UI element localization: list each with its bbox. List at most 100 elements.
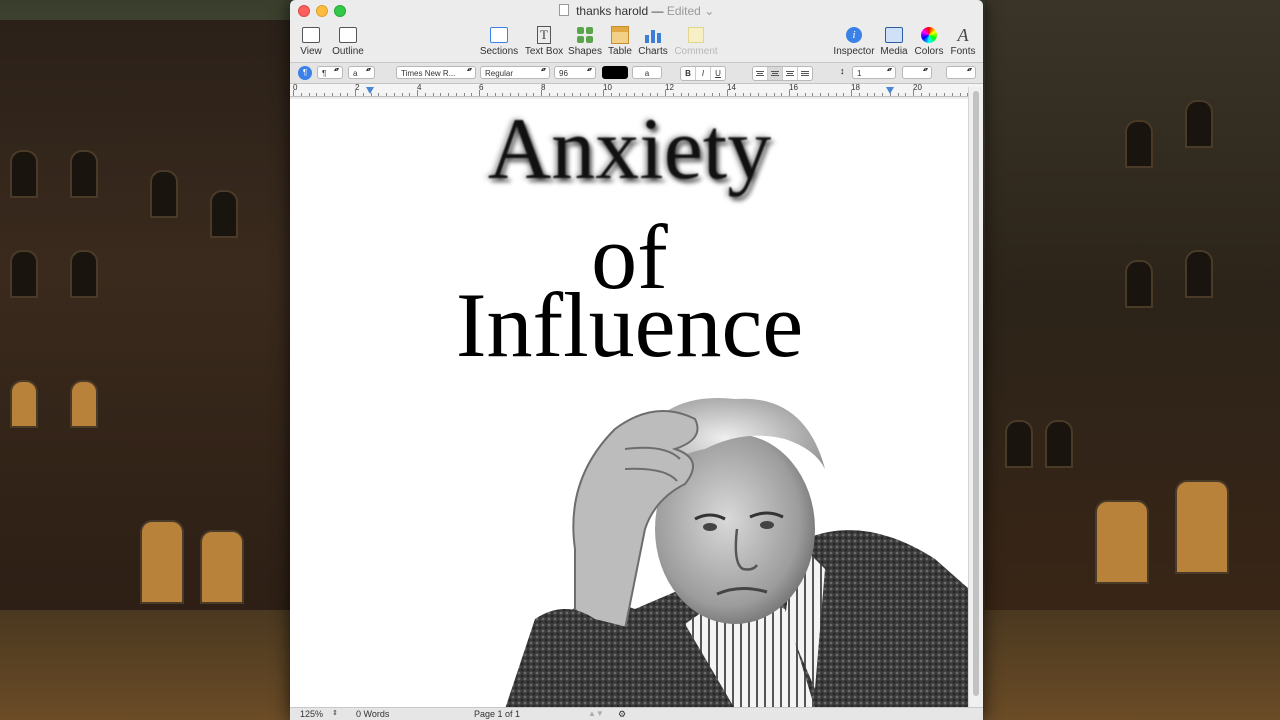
align-center-button[interactable] xyxy=(768,67,783,80)
align-left-button[interactable] xyxy=(753,67,768,80)
shapes-label: Shapes xyxy=(568,46,602,57)
ruler-tick xyxy=(913,90,914,96)
margin-marker[interactable] xyxy=(366,87,374,94)
columns-select[interactable] xyxy=(902,66,932,79)
fonts-button[interactable]: A Fonts xyxy=(948,24,978,58)
toolbar: View Outline Sections T Text Box Shapes … xyxy=(290,22,983,63)
ruler-number: 16 xyxy=(789,83,798,92)
ruler-tick xyxy=(665,90,666,96)
document-page[interactable]: Anxiety of Influence xyxy=(290,99,969,708)
colors-label: Colors xyxy=(914,46,944,57)
zoom-select[interactable]: 125% xyxy=(300,708,323,720)
ruler-tick xyxy=(650,93,651,96)
close-button[interactable] xyxy=(298,5,310,17)
invisibles-toggle[interactable]: ¶ xyxy=(298,66,312,80)
building-window xyxy=(210,190,238,238)
charts-icon xyxy=(645,27,661,43)
shapes-icon xyxy=(577,27,593,43)
building-window xyxy=(1045,420,1073,468)
window-title[interactable]: thanks harold xyxy=(576,4,648,18)
italic-button[interactable]: I xyxy=(696,67,711,80)
font-typeface-select[interactable]: Regular xyxy=(480,66,550,79)
highlight-color-well[interactable]: a xyxy=(632,66,662,79)
ruler-tick xyxy=(874,93,875,96)
right-building xyxy=(985,0,1280,650)
paragraph-style-select[interactable]: ¶ xyxy=(317,66,343,79)
charts-button[interactable]: Charts xyxy=(637,24,669,57)
ruler-number: 18 xyxy=(851,83,860,92)
bold-button[interactable]: B xyxy=(681,67,696,80)
vertical-scrollbar[interactable] xyxy=(968,87,983,708)
ruler-tick xyxy=(603,90,604,96)
ruler-tick xyxy=(324,93,325,96)
ruler-tick xyxy=(882,93,883,96)
font-family-select[interactable]: Times New R... xyxy=(396,66,476,79)
ruler-tick xyxy=(595,93,596,96)
ruler-tick xyxy=(433,93,434,96)
colors-button[interactable]: Colors xyxy=(913,24,945,57)
text-box-label: Text Box xyxy=(524,46,564,57)
table-button[interactable]: Table xyxy=(606,24,634,57)
text-box-button[interactable]: T Text Box xyxy=(524,24,564,57)
align-right-button[interactable] xyxy=(783,67,798,80)
building-window xyxy=(1005,420,1033,468)
format-bar: ¶ ¶ a Times New R... Regular 96 a B I U … xyxy=(290,63,983,84)
view-button[interactable]: View xyxy=(298,24,324,57)
portrait-image[interactable] xyxy=(505,389,969,708)
chevron-down-icon[interactable]: ⌄ xyxy=(704,4,714,18)
comment-label: Comment xyxy=(674,46,718,57)
shapes-button[interactable]: Shapes xyxy=(568,24,602,57)
zoom-button[interactable] xyxy=(334,5,346,17)
text-color-well[interactable] xyxy=(602,66,628,79)
ruler-tick xyxy=(634,93,635,96)
text-style-buttons: B I U xyxy=(680,66,726,81)
comment-button[interactable]: Comment xyxy=(674,24,718,57)
ruler-tick xyxy=(688,93,689,96)
ruler[interactable]: 0 2 4 6 8 10 12 14 16 18 20 xyxy=(290,83,983,97)
minimize-button[interactable] xyxy=(316,5,328,17)
edited-status[interactable]: Edited xyxy=(667,4,701,18)
title-influence[interactable]: Influence xyxy=(290,279,969,371)
ruler-tick xyxy=(502,93,503,96)
sections-button[interactable]: Sections xyxy=(478,24,520,57)
ruler-tick xyxy=(394,93,395,96)
list-style-select[interactable] xyxy=(946,66,976,79)
colors-icon xyxy=(921,27,937,43)
font-size-field[interactable]: 96 xyxy=(554,66,596,79)
ruler-tick xyxy=(347,93,348,96)
ruler-tick xyxy=(580,93,581,96)
justify-button[interactable] xyxy=(798,67,812,80)
gear-icon[interactable]: ⚙ xyxy=(618,708,626,720)
line-spacing-select[interactable]: 1 xyxy=(852,66,896,79)
ruler-tick xyxy=(766,93,767,96)
underline-button[interactable]: U xyxy=(711,67,725,80)
word-count[interactable]: 0 Words xyxy=(356,708,389,720)
media-icon xyxy=(885,27,903,43)
ruler-tick xyxy=(774,93,775,96)
ruler-tick xyxy=(921,93,922,96)
ruler-tick xyxy=(363,93,364,96)
zoom-stepper-icon[interactable]: ⇕ xyxy=(332,708,338,720)
building-window xyxy=(150,170,178,218)
building-window-lit xyxy=(140,520,184,604)
scrollbar-thumb[interactable] xyxy=(973,91,979,696)
ruler-tick xyxy=(448,93,449,96)
title-anxiety[interactable]: Anxiety xyxy=(290,105,969,195)
ruler-tick xyxy=(657,93,658,96)
building-window-lit xyxy=(200,530,244,604)
margin-marker[interactable] xyxy=(886,87,894,94)
media-button[interactable]: Media xyxy=(879,24,909,57)
left-building xyxy=(0,20,290,640)
outline-button[interactable]: Outline xyxy=(330,24,366,57)
ruler-tick xyxy=(464,93,465,96)
ruler-tick xyxy=(797,93,798,96)
inspector-button[interactable]: i Inspector xyxy=(833,24,875,57)
ruler-tick xyxy=(417,90,418,96)
line-spacing-icon: ↕ xyxy=(840,66,845,76)
ruler-tick xyxy=(719,93,720,96)
page-navigation-icon[interactable]: ▲▼ xyxy=(588,708,604,720)
building-window xyxy=(10,250,38,298)
character-style-select[interactable]: a xyxy=(348,66,375,79)
ruler-tick xyxy=(851,90,852,96)
ruler-tick xyxy=(681,93,682,96)
